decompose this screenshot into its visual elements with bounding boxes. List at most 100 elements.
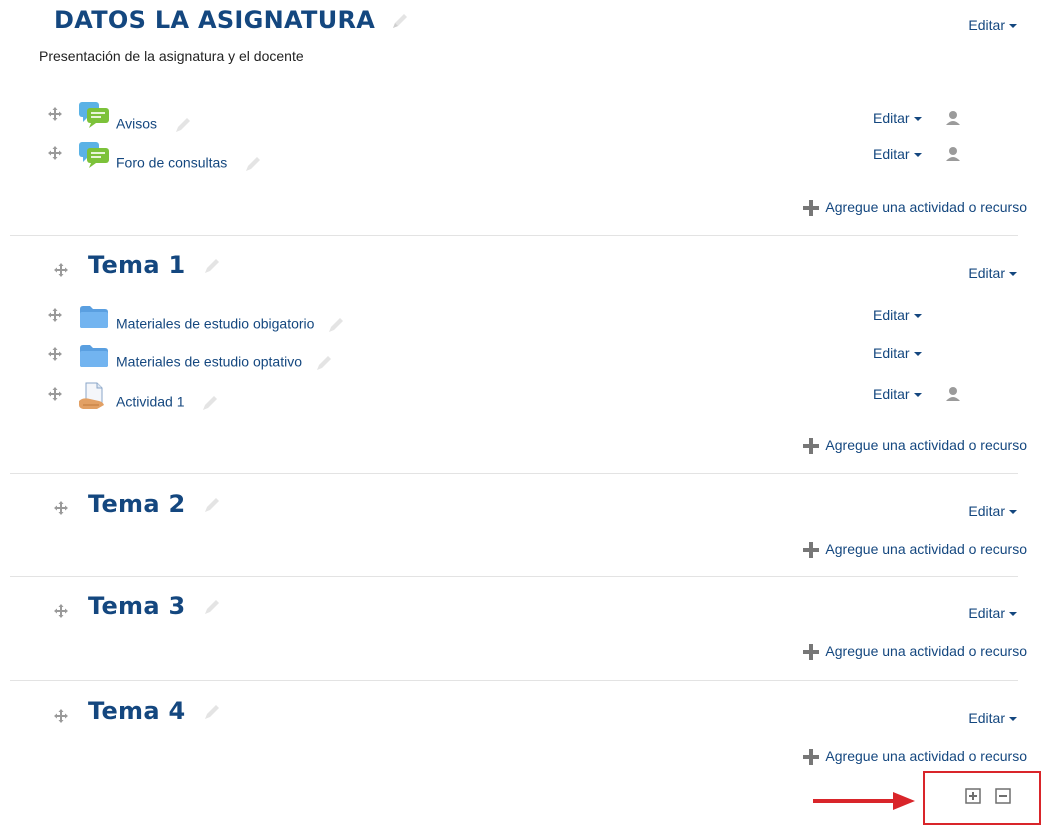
plus-icon	[803, 644, 820, 661]
caret-down-icon	[913, 393, 922, 398]
caret-down-icon	[1009, 717, 1017, 722]
add-activity-link[interactable]: Agregue una actividad o recurso	[802, 437, 1027, 455]
edit-menu[interactable]: Editar	[968, 265, 1017, 281]
caret-down-icon	[913, 117, 922, 122]
remove-section-button[interactable]	[995, 788, 1011, 809]
activity-link[interactable]: Materiales de estudio optativo	[116, 353, 334, 373]
move-icon[interactable]	[47, 106, 63, 127]
move-icon[interactable]	[47, 145, 63, 166]
edit-menu[interactable]: Editar	[968, 503, 1017, 519]
activity-name: Foro de consultas	[116, 154, 228, 171]
add-activity-link[interactable]: Agregue una actividad o recurso	[802, 643, 1027, 661]
section-title-text: Tema 1	[88, 251, 186, 279]
section-divider	[10, 473, 1018, 474]
caret-down-icon	[1009, 510, 1017, 515]
plus-icon	[803, 438, 820, 455]
activity-name: Avisos	[116, 115, 157, 132]
edit-menu-label: Editar	[968, 710, 1005, 726]
folder-icon	[79, 344, 109, 373]
section-title: Tema 1	[88, 251, 222, 279]
move-icon[interactable]	[47, 346, 63, 367]
edit-menu[interactable]: Editar	[873, 307, 922, 323]
pencil-icon[interactable]	[202, 597, 222, 617]
add-activity-link[interactable]: Agregue una actividad o recurso	[802, 541, 1027, 559]
section-divider	[10, 576, 1018, 577]
caret-down-icon	[1009, 612, 1017, 617]
red-arrow-annotation	[813, 790, 917, 817]
forum-icon	[78, 101, 112, 134]
pencil-icon[interactable]	[202, 495, 222, 515]
caret-down-icon	[913, 314, 922, 319]
activity-name: Materiales de estudio optativo	[116, 353, 302, 370]
edit-menu[interactable]: Editar	[873, 110, 922, 126]
edit-menu-label: Editar	[968, 265, 1005, 281]
pencil-icon[interactable]	[202, 256, 222, 276]
user-role-icon[interactable]	[945, 386, 961, 407]
edit-menu-label: Editar	[968, 503, 1005, 519]
section-title: Tema 3	[88, 592, 222, 620]
pencil-icon[interactable]	[200, 393, 220, 413]
plus-icon	[803, 749, 820, 766]
section-title-text: Tema 3	[88, 592, 186, 620]
move-icon[interactable]	[53, 603, 69, 624]
edit-menu[interactable]: Editar	[873, 386, 922, 402]
caret-down-icon	[1009, 272, 1017, 277]
section-divider	[10, 235, 1018, 236]
assignment-icon	[77, 381, 109, 416]
add-activity-label: Agregue una actividad o recurso	[825, 437, 1027, 453]
pencil-icon[interactable]	[314, 353, 334, 373]
activity-link[interactable]: Actividad 1	[116, 393, 220, 413]
edit-menu-label: Editar	[873, 386, 910, 402]
folder-icon	[79, 305, 109, 334]
caret-down-icon	[913, 153, 922, 158]
activity-name: Actividad 1	[116, 393, 185, 410]
add-activity-label: Agregue una actividad o recurso	[825, 643, 1027, 659]
section-divider	[10, 680, 1018, 681]
user-role-icon[interactable]	[945, 110, 961, 131]
move-icon[interactable]	[53, 262, 69, 283]
edit-menu-label: Editar	[968, 17, 1005, 33]
edit-menu[interactable]: Editar	[968, 605, 1017, 621]
edit-menu-label: Editar	[873, 307, 910, 323]
add-activity-link[interactable]: Agregue una actividad o recurso	[802, 748, 1027, 766]
plus-icon	[803, 542, 820, 559]
add-activity-label: Agregue una actividad o recurso	[825, 541, 1027, 557]
plus-icon	[803, 200, 820, 217]
pencil-icon[interactable]	[173, 115, 193, 135]
activity-link[interactable]: Foro de consultas	[116, 154, 263, 174]
edit-menu[interactable]: Editar	[968, 710, 1017, 726]
caret-down-icon	[913, 352, 922, 357]
add-activity-label: Agregue una actividad o recurso	[825, 748, 1027, 764]
pencil-icon[interactable]	[243, 154, 263, 174]
forum-icon	[78, 141, 112, 174]
course-section-title: DATOS LA ASIGNATURA	[54, 6, 410, 34]
section-title: Tema 4	[88, 697, 222, 725]
activity-link[interactable]: Avisos	[116, 115, 193, 135]
move-icon[interactable]	[53, 708, 69, 729]
pencil-icon[interactable]	[326, 315, 346, 335]
move-icon[interactable]	[47, 386, 63, 407]
add-activity-label: Agregue una actividad o recurso	[825, 199, 1027, 215]
move-icon[interactable]	[47, 307, 63, 328]
edit-menu-label: Editar	[873, 345, 910, 361]
edit-menu-label: Editar	[873, 146, 910, 162]
move-icon[interactable]	[53, 500, 69, 521]
activity-name: Materiales de estudio obigatorio	[116, 315, 315, 332]
section-title-text: Tema 2	[88, 490, 186, 518]
add-activity-link[interactable]: Agregue una actividad o recurso	[802, 199, 1027, 217]
minus-square-icon	[995, 788, 1011, 804]
pencil-icon[interactable]	[390, 11, 410, 31]
pencil-icon[interactable]	[202, 702, 222, 722]
user-role-icon[interactable]	[945, 146, 961, 167]
section-title: Tema 2	[88, 490, 222, 518]
caret-down-icon	[1009, 24, 1017, 29]
edit-menu[interactable]: Editar	[873, 345, 922, 361]
section-title-text: DATOS LA ASIGNATURA	[54, 6, 376, 34]
edit-menu-label: Editar	[968, 605, 1005, 621]
edit-menu[interactable]: Editar	[873, 146, 922, 162]
section-title-text: Tema 4	[88, 697, 186, 725]
add-section-button[interactable]	[965, 788, 981, 809]
section-summary: Presentación de la asignatura y el docen…	[39, 48, 304, 64]
edit-menu[interactable]: Editar	[968, 17, 1017, 33]
activity-link[interactable]: Materiales de estudio obigatorio	[116, 315, 346, 335]
